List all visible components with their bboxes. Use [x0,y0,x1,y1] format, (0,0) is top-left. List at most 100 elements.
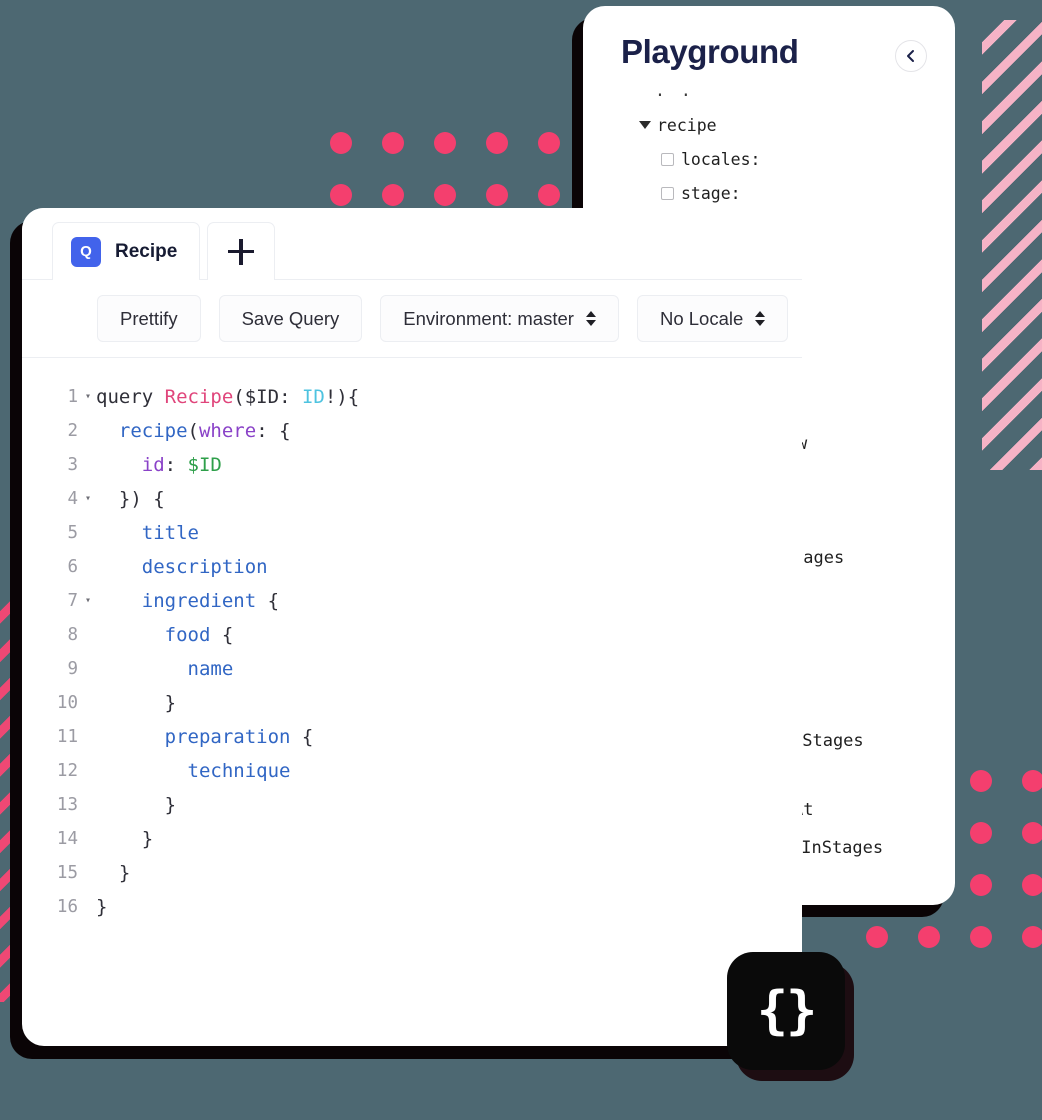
chevron-left-icon [907,50,914,62]
code-line: 7 ▾ ingredient { [22,584,802,618]
code-token: preparation [164,726,291,748]
checkbox-icon[interactable] [661,186,674,200]
add-tab-button[interactable] [207,222,276,280]
code-text: } [96,828,153,850]
code-token: ID [301,386,325,408]
code-line: 15 } [22,856,802,890]
code-line: 9 name [22,652,802,686]
scene: Playground . . recipe locales: stage: w … [0,0,1042,1120]
stripe-decoration-right [982,20,1042,470]
chevron-updown-icon [755,311,766,326]
explorer-arg-locales[interactable]: locales: [639,142,955,176]
line-number: 15 [56,863,78,883]
code-token: ( [187,420,199,442]
tab-recipe[interactable]: Q Recipe [52,222,201,280]
code-line: 5 title [22,516,802,550]
decorative-dot [1022,770,1042,792]
explorer-arg-label: stage: [681,183,741,203]
code-text: name [96,658,234,680]
line-number: 1 [67,387,78,407]
line-number: 3 [67,455,78,475]
prettify-button[interactable]: Prettify [97,295,201,342]
code-token: food [164,624,211,646]
code-token: query [96,386,165,408]
caret-down-icon [639,121,651,129]
editor-toolbar: Prettify Save Query Environment: master … [22,280,802,358]
fold-toggle-icon[interactable]: ▾ [80,596,96,606]
collapse-button[interactable] [895,40,927,72]
code-token: : [164,454,188,476]
code-token: { [256,590,280,612]
code-token: : [279,386,302,408]
explorer-fragment: nStages [792,731,864,751]
code-line: 16} [22,890,802,924]
code-token: ingredient [141,590,257,612]
code-braces-badge: {} [727,952,845,1070]
decorative-dot [970,874,992,896]
explorer-arg-stage[interactable]: stage: [639,176,955,210]
code-token: id [141,454,165,476]
code-token: { [210,624,234,646]
code-line: 2 recipe(where: { [22,414,802,448]
save-query-button[interactable]: Save Query [218,295,363,342]
decorative-dot [970,822,992,844]
line-number: 16 [56,897,78,917]
line-number: 9 [67,659,78,679]
line-number: 8 [67,625,78,645]
decorative-dot [434,132,456,154]
checkbox-icon[interactable] [661,152,674,166]
environment-select[interactable]: Environment: master [380,295,619,342]
code-line: 10 } [22,686,802,720]
code-token: $ID [187,454,222,476]
code-token: ( [233,386,245,408]
code-text: id: $ID [96,454,222,476]
code-text: food { [96,624,234,646]
code-line: 6 description [22,550,802,584]
code-text: preparation { [96,726,314,748]
tab-bar: Q Recipe [22,208,802,280]
explorer-arg-label: locales: [681,149,761,169]
decorative-dot [970,770,992,792]
code-token: : { [256,420,291,442]
code-token: name [187,658,234,680]
code-token: } [96,828,154,850]
line-number: 2 [67,421,78,441]
code-line: 3 id: $ID [22,448,802,482]
line-number: 10 [56,693,78,713]
line-number: 7 [67,591,78,611]
save-query-label: Save Query [241,307,340,329]
code-text: } [96,862,130,884]
code-token: !){ [324,386,360,408]
code-braces-icon: {} [756,981,818,1041]
code-text: } [96,896,107,918]
code-line: 12 technique [22,754,802,788]
explorer-root-recipe[interactable]: recipe [639,108,955,142]
line-number: 13 [56,795,78,815]
query-badge-icon: Q [71,236,101,267]
code-text: query Recipe($ID: ID!){ [96,386,359,408]
code-token: } [96,794,177,816]
code-text: title [96,522,199,544]
code-line: 11 preparation { [22,720,802,754]
decorative-dot [330,184,352,206]
locale-select[interactable]: No Locale [636,295,789,342]
decorative-dot [1022,822,1042,844]
code-token: title [141,522,199,544]
code-token: } [96,692,177,714]
code-text: }) { [96,488,165,510]
fold-toggle-icon[interactable]: ▾ [80,494,96,504]
decorative-dot [538,184,560,206]
code-token: where [198,420,257,442]
code-line: 14 } [22,822,802,856]
code-editor[interactable]: 1 ▾ query Recipe($ID: ID!){2 recipe(where:… [22,358,802,924]
fold-toggle-icon[interactable]: ▾ [80,392,96,402]
code-token: description [141,556,268,578]
explorer-root-label: recipe [657,115,717,135]
code-token: { [290,726,314,748]
